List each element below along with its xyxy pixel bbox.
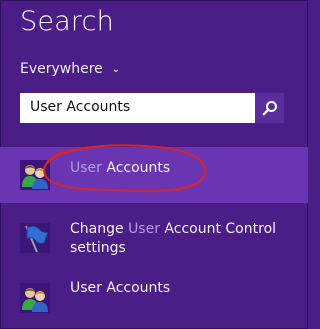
search-scope-dropdown[interactable]: Everywhere ⌄: [20, 61, 120, 77]
result-line2-text: settings: [70, 240, 126, 256]
result-pre-text: Change: [70, 221, 129, 237]
result-title: Change User Account Control settings: [70, 220, 276, 258]
search-button[interactable]: [255, 93, 284, 123]
search-input[interactable]: User Accounts: [30, 99, 130, 115]
result-rest-text: Account Control: [159, 221, 277, 237]
uac-flag-icon: [20, 223, 50, 253]
result-match-text: User: [70, 160, 102, 176]
result-title: User Accounts: [70, 159, 170, 178]
search-result-user-accounts[interactable]: User Accounts: [0, 147, 308, 203]
user-accounts-icon: [20, 283, 50, 313]
search-result-user-accounts-2[interactable]: User Accounts: [0, 274, 308, 322]
search-result-change-uac-settings[interactable]: Change User Account Control settings: [0, 211, 308, 271]
page-title: Search: [20, 6, 114, 37]
search-icon: [262, 101, 277, 116]
result-title: User Accounts: [70, 280, 171, 296]
search-scope-label: Everywhere: [20, 61, 103, 77]
result-rest-text: Accounts: [101, 160, 171, 176]
search-box[interactable]: User Accounts: [20, 93, 284, 123]
chevron-down-icon: ⌄: [111, 63, 121, 75]
user-accounts-icon: [20, 160, 50, 190]
result-match-text: User: [128, 221, 160, 237]
